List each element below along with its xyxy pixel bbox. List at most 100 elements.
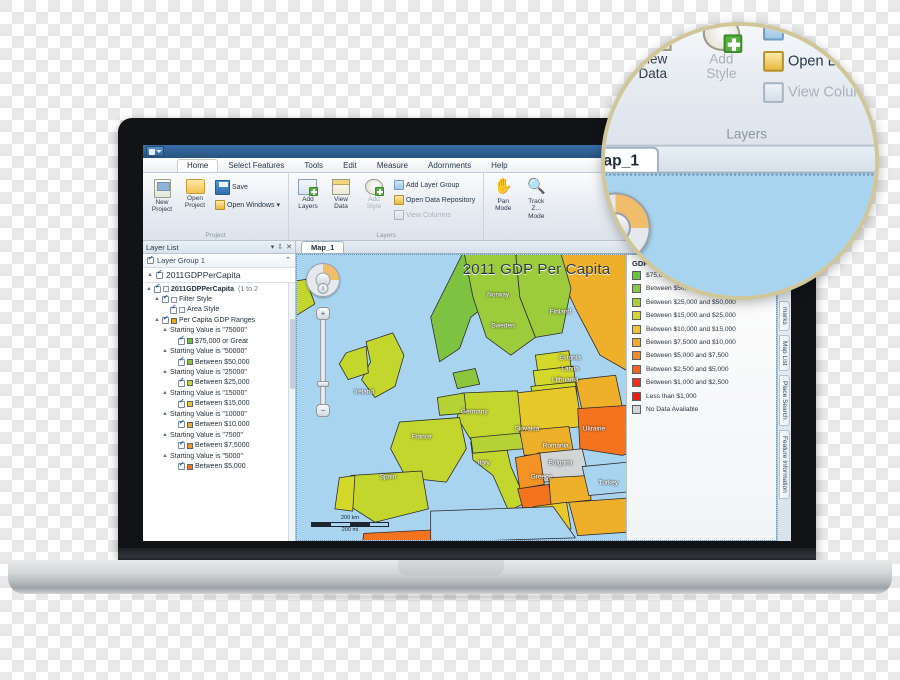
- compass-center-button[interactable]: i: [317, 282, 329, 294]
- map-canvas[interactable]: 2011 GDP Per Capita i + −: [605, 173, 875, 296]
- close-icon[interactable]: ✕: [286, 244, 292, 251]
- tree-twisty-icon[interactable]: ▲: [162, 453, 168, 460]
- legend-color-swatch: [632, 297, 641, 307]
- layer-tree-node[interactable]: ▲ Starting Value is "50000": [143, 347, 295, 357]
- layer-visibility-checkbox[interactable]: [178, 462, 185, 471]
- layer-tree-node[interactable]: ▲ Starting Value is "7500": [143, 430, 295, 440]
- side-tab-marks[interactable]: marks: [779, 301, 790, 331]
- zoom-slider-thumb[interactable]: [317, 381, 329, 387]
- style-swatch: [179, 307, 185, 314]
- layer-tree-node[interactable]: ▲ Starting Value is "25000": [143, 368, 295, 378]
- tree-twisty-icon[interactable]: ▲: [154, 296, 160, 303]
- layer-tree-node[interactable]: ▲ Starting Value is "5000": [143, 451, 295, 461]
- layer-tree-node[interactable]: Between $10,000: [143, 420, 295, 430]
- tree-twisty-icon[interactable]: ▲: [162, 432, 168, 439]
- map-scale-bar: 200 km 200 mi: [311, 515, 389, 534]
- tree-twisty-icon[interactable]: ▲: [162, 369, 168, 376]
- layer-visibility-checkbox[interactable]: [178, 420, 185, 429]
- side-tab-place-search[interactable]: Place Search: [779, 375, 790, 426]
- ribbon-button-view-data[interactable]: View Data: [622, 26, 684, 90]
- chevron-up-icon[interactable]: ⌃: [285, 257, 291, 264]
- layer-tree-node[interactable]: Between $25,000: [143, 378, 295, 388]
- ribbon-button-add-style: Add Style: [359, 176, 389, 214]
- layer-visibility-checkbox[interactable]: [178, 399, 185, 408]
- active-layer-checkbox[interactable]: [156, 270, 163, 279]
- map-tab-map1[interactable]: Map_1: [605, 145, 660, 172]
- menu-item-select-features[interactable]: Select Features: [218, 159, 294, 172]
- ribbon-button-add-layer-group[interactable]: Add Layer Group: [392, 178, 479, 192]
- menu-item-tools[interactable]: Tools: [294, 159, 333, 172]
- ribbon-button-label: Add Layer Group: [788, 22, 875, 38]
- layer-tree-node[interactable]: Between $15,000: [143, 399, 295, 409]
- layer-visibility-checkbox[interactable]: [162, 295, 169, 304]
- tree-twisty-icon[interactable]: ▲: [146, 286, 152, 293]
- layer-tree-node[interactable]: ▲ Starting Value is "15000": [143, 388, 295, 398]
- ribbon-button-add-layers[interactable]: AddLayers: [293, 176, 323, 214]
- ribbon-button-pan-mode[interactable]: ✋ Pan Mode: [488, 176, 518, 216]
- layer-tree-node[interactable]: ▲ 2011GDPPerCapita (1 to 2: [143, 284, 295, 294]
- tree-twisty-icon[interactable]: ▲: [162, 348, 168, 355]
- layer-tree-node[interactable]: Between $50,000: [143, 357, 295, 367]
- tree-twisty-icon[interactable]: ▲: [162, 390, 168, 397]
- tree-twisty-icon[interactable]: ▲: [154, 317, 160, 324]
- ribbon-button-new-project[interactable]: New Project: [147, 176, 177, 217]
- ribbon-button-save[interactable]: Save: [213, 178, 284, 197]
- style-swatch: [187, 463, 193, 470]
- legend-entry: Between $1,000 and $2,500: [632, 378, 771, 388]
- layer-tree-node[interactable]: Between $7,5000: [143, 441, 295, 451]
- ribbon-button-add-layers[interactable]: AddLayers: [601, 26, 615, 90]
- application-menu-orb[interactable]: [146, 146, 164, 157]
- chevron-down-icon[interactable]: ▾: [271, 244, 275, 251]
- ribbon-button-add-layer-group[interactable]: Add Layer Group: [759, 22, 875, 45]
- layer-visibility-checkbox[interactable]: [162, 316, 169, 325]
- layer-tree-node[interactable]: ▲ Per Capita GDP Ranges: [143, 315, 295, 325]
- tree-twisty-icon[interactable]: ▲: [162, 411, 168, 418]
- ribbon-button-label: Open Data Repository: [405, 196, 476, 204]
- zoom-out-button[interactable]: −: [316, 404, 330, 417]
- ribbon-button-view-data[interactable]: View Data: [326, 176, 356, 214]
- layer-visibility-checkbox[interactable]: [178, 336, 185, 345]
- menu-item-adornments[interactable]: Adornments: [418, 159, 481, 172]
- zoom-slider-track[interactable]: [320, 313, 326, 411]
- layer-visibility-checkbox[interactable]: [178, 378, 185, 387]
- compass-center-button[interactable]: i: [605, 233, 627, 256]
- menu-item-edit[interactable]: Edit: [333, 159, 367, 172]
- layer-visibility-checkbox[interactable]: [178, 357, 185, 366]
- collapse-twisty-icon[interactable]: ▲: [147, 272, 153, 278]
- active-layer-row[interactable]: ▲ 2011GDPPerCapita: [143, 268, 295, 283]
- ribbon-button-open-data-repository[interactable]: Open Data Repository: [759, 47, 875, 76]
- layer-tree-node[interactable]: ▲ Starting Value is "10000": [143, 409, 295, 419]
- zoom-in-button[interactable]: +: [316, 307, 330, 320]
- layer-visibility-checkbox[interactable]: [154, 284, 161, 293]
- layer-visibility-checkbox[interactable]: [170, 305, 177, 314]
- layer-group-row[interactable]: Layer Group 1 ⌃: [143, 254, 295, 268]
- layer-group-checkbox[interactable]: [147, 256, 154, 264]
- layer-tree-label: Area Style: [187, 306, 220, 314]
- layer-tree-node[interactable]: ▲ Filter Style: [143, 294, 295, 304]
- side-tab-feature-information[interactable]: Feature Information: [779, 429, 790, 499]
- legend-entry: Between $7,5000 and $10,000: [632, 337, 771, 347]
- app-logo-icon: [148, 148, 155, 155]
- menu-item-help[interactable]: Help: [481, 159, 517, 172]
- layer-visibility-checkbox[interactable]: [178, 441, 185, 450]
- menu-item-measure[interactable]: Measure: [367, 159, 418, 172]
- ribbon-button-open-data-repository[interactable]: Open Data Repository: [392, 193, 479, 207]
- layer-tree-node[interactable]: Between $5,000: [143, 461, 295, 471]
- ribbon-button-open-windows[interactable]: Open Windows ▾: [213, 198, 284, 212]
- layer-tree-scroll-thumb[interactable]: [290, 319, 295, 389]
- tree-twisty-icon[interactable]: ▲: [162, 327, 168, 334]
- ribbon-button-track-z-mode[interactable]: 🔍 Track Z... Mode: [521, 176, 551, 223]
- ribbon-button-label: AddLayers: [601, 53, 604, 83]
- ribbon-button-open-project[interactable]: Open Project: [180, 176, 210, 213]
- layer-tree-node[interactable]: ▲ Starting Value is "75000": [143, 326, 295, 336]
- zoom-slider[interactable]: + −: [316, 307, 330, 417]
- layer-tree-node[interactable]: $75,000 or Great: [143, 336, 295, 346]
- layer-tree-scrollbar[interactable]: [288, 283, 295, 541]
- menu-item-home[interactable]: Home: [177, 159, 219, 172]
- map-navigation-compass[interactable]: i: [306, 263, 340, 297]
- map-tab-map1[interactable]: Map_1: [301, 240, 345, 253]
- pin-icon[interactable]: ⇩: [277, 244, 283, 251]
- layer-tree-node[interactable]: Area Style: [143, 305, 295, 315]
- map-canvas[interactable]: 2011 GDP Per Capita i + −: [296, 254, 777, 541]
- side-tab-map-list[interactable]: Map List: [779, 334, 790, 372]
